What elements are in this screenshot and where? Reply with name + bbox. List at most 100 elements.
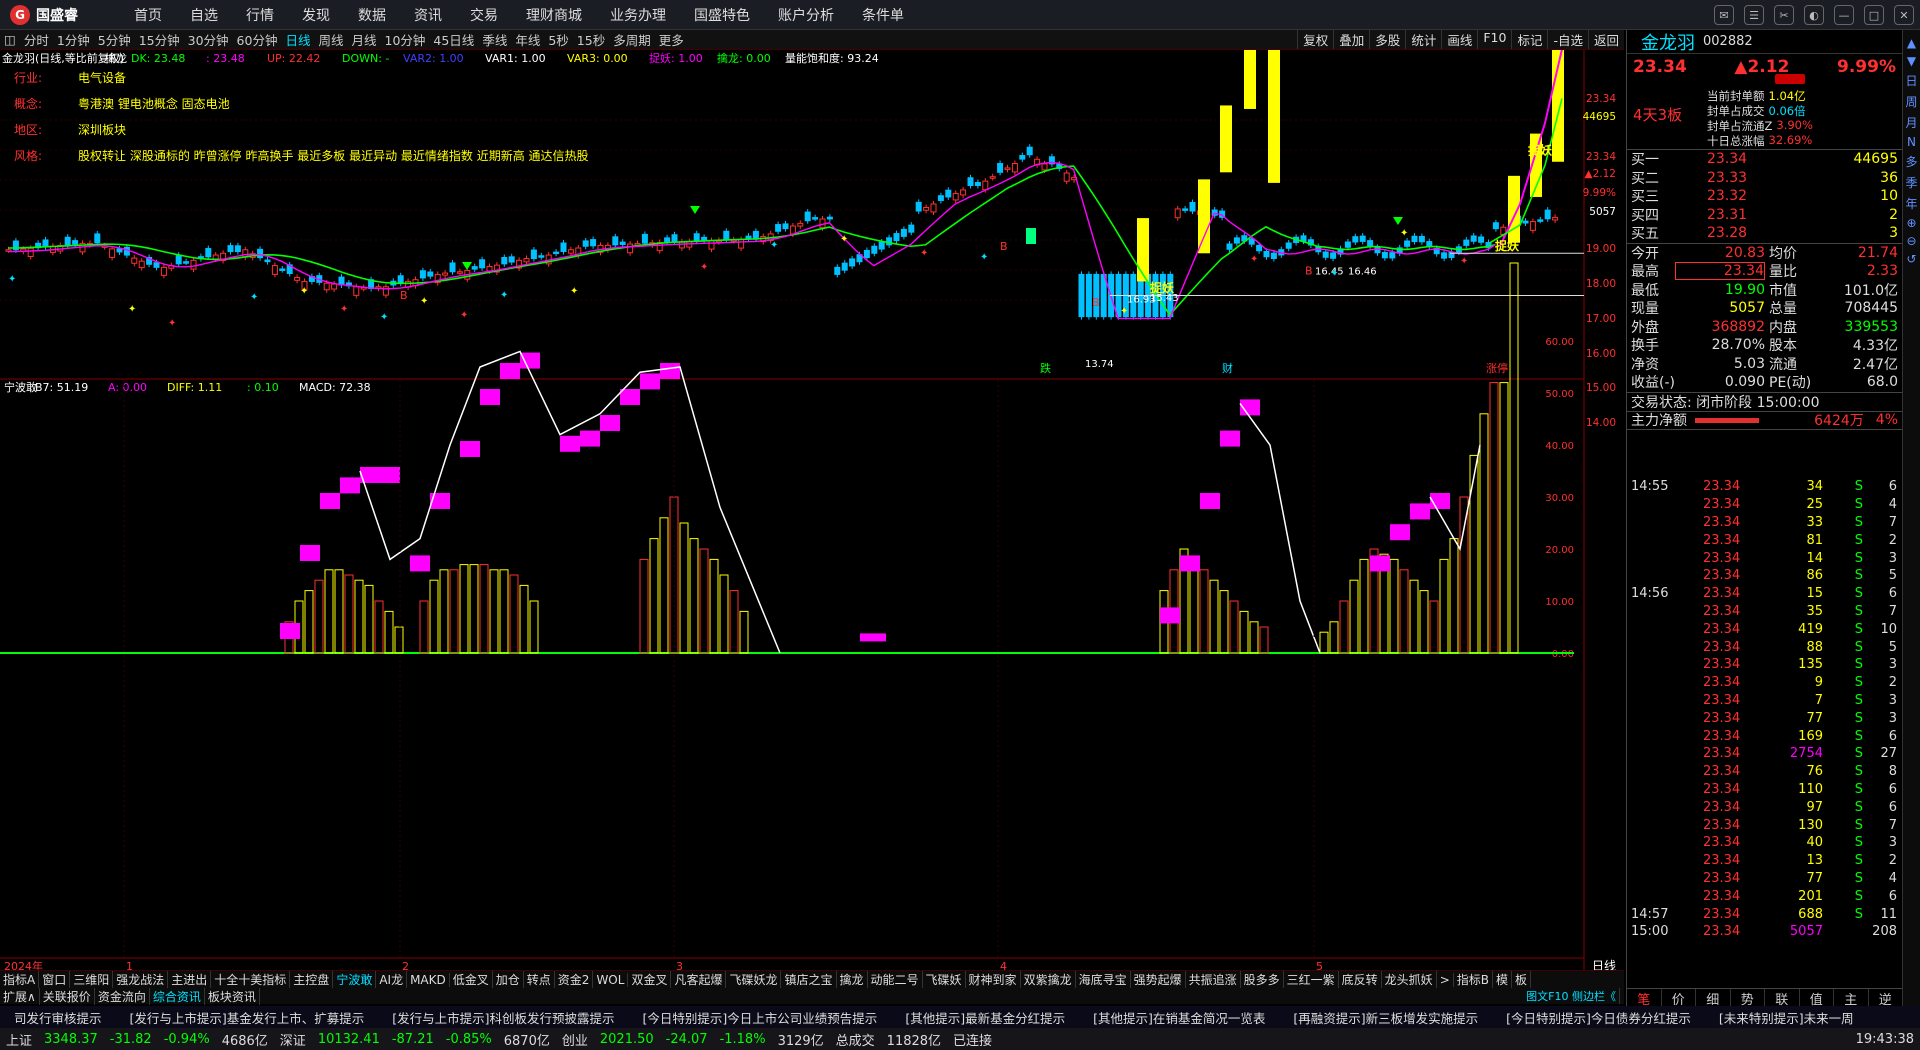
period-分时[interactable]: 分时 — [20, 30, 53, 49]
side-icon[interactable]: 年 — [1905, 195, 1917, 212]
chat-icon[interactable]: ✉ — [1714, 5, 1734, 25]
menu-item[interactable]: 理财商城 — [512, 5, 596, 25]
tool-统计[interactable]: 统计 — [1405, 30, 1441, 49]
indicator-tab[interactable]: 窗口 — [39, 971, 71, 988]
indicator-tab[interactable]: 低金叉 — [450, 971, 493, 988]
indicator-tab[interactable]: 十全十美指标 — [211, 971, 291, 988]
side-icon[interactable]: ⊕ — [1906, 216, 1916, 230]
ext-tab[interactable]: 关联报价 — [40, 987, 95, 1005]
period-更多[interactable]: 更多 — [655, 30, 688, 49]
indicator-tab[interactable]: 强势起爆 — [1131, 971, 1186, 988]
indicator-tab[interactable]: 飞碟妖龙 — [726, 971, 782, 988]
indicator-tab[interactable]: 指标A — [0, 971, 40, 988]
tool--自选[interactable]: -自选 — [1547, 30, 1588, 49]
period-60分钟[interactable]: 60分钟 — [233, 30, 282, 49]
indicator-tab[interactable]: 宁波敢 — [333, 971, 377, 988]
indicator-tab[interactable]: 凡客起爆 — [671, 971, 727, 988]
sz-name[interactable]: 深证 — [274, 1030, 312, 1049]
menu-item[interactable]: 自选 — [176, 5, 232, 25]
tool-复权[interactable]: 复权 — [1297, 30, 1333, 49]
quote-tab[interactable]: 细 — [1696, 989, 1731, 1008]
tool-画线[interactable]: 画线 — [1441, 30, 1477, 49]
ticker-item[interactable]: [发行与上市提示]科创板发行预披露提示 — [378, 1008, 628, 1027]
indicator-tab[interactable]: 加仓 — [493, 971, 524, 988]
indicator-tab[interactable]: 财神到家 — [966, 971, 1021, 988]
period-月线[interactable]: 月线 — [347, 30, 380, 49]
side-icon[interactable]: 月 — [1905, 114, 1917, 131]
menu-item[interactable]: 资讯 — [400, 5, 456, 25]
period-15秒[interactable]: 15秒 — [573, 30, 609, 49]
ticker-item[interactable]: [未来特别提示]未来一周 — [1705, 1008, 1868, 1027]
side-icon[interactable]: 多 — [1905, 153, 1917, 170]
indicator-tab[interactable]: 转点 — [524, 971, 555, 988]
indicator-tab[interactable]: 双紫擒龙 — [1021, 971, 1076, 988]
period-15分钟[interactable]: 15分钟 — [135, 30, 184, 49]
list-icon[interactable]: ☰ — [1744, 5, 1764, 25]
indicator-tab[interactable]: 底反转 — [1339, 971, 1382, 988]
ticker-item[interactable]: [再融资提示]新三板增发实施提示 — [1279, 1008, 1492, 1027]
quote-tab[interactable]: 逆 — [1869, 989, 1903, 1008]
tool-F10[interactable]: F10 — [1477, 30, 1511, 49]
tool-叠加[interactable]: 叠加 — [1333, 30, 1369, 49]
period-周线[interactable]: 周线 — [314, 30, 347, 49]
indicator-tab[interactable]: 共振追涨 — [1186, 971, 1241, 988]
indicator-tab[interactable]: WOL — [593, 972, 629, 987]
indicator-tab[interactable]: 主控盘 — [290, 971, 334, 988]
period-多周期[interactable]: 多周期 — [609, 30, 655, 49]
menu-item[interactable]: 首页 — [120, 5, 176, 25]
quote-tab[interactable]: 笔 — [1627, 989, 1662, 1008]
ticker-item[interactable]: [其他提示]在销基金简况一览表 — [1079, 1008, 1279, 1027]
skin-icon[interactable]: ◐ — [1804, 5, 1824, 25]
indicator-tab[interactable]: 股多多 — [1241, 971, 1284, 988]
indicator-tab[interactable]: 模 — [1493, 971, 1512, 988]
period-45日线[interactable]: 45日线 — [429, 30, 478, 49]
side-icon[interactable]: ▼ — [1907, 54, 1916, 68]
period-日线[interactable]: 日线 — [281, 30, 314, 49]
quote-tab[interactable]: 主 — [1834, 989, 1869, 1008]
ext-tab[interactable]: 扩展∧ — [0, 987, 40, 1005]
ext-tab[interactable]: 资金流向 — [95, 987, 150, 1005]
menu-item[interactable]: 数据 — [344, 5, 400, 25]
tool-多股[interactable]: 多股 — [1369, 30, 1405, 49]
period-10分钟[interactable]: 10分钟 — [381, 30, 430, 49]
side-icon[interactable]: 周 — [1905, 93, 1917, 110]
cy-name[interactable]: 创业 — [556, 1030, 594, 1049]
tools-icon[interactable]: ✂ — [1774, 5, 1794, 25]
indicator-tab[interactable]: MAKD — [407, 972, 450, 987]
quote-tab[interactable]: 值 — [1800, 989, 1834, 1008]
menu-item[interactable]: 业务办理 — [596, 5, 680, 25]
period-年线[interactable]: 年线 — [511, 30, 544, 49]
period-5分钟[interactable]: 5分钟 — [94, 30, 135, 49]
period-5秒[interactable]: 5秒 — [544, 30, 572, 49]
indicator-tab[interactable]: 海底寻宝 — [1076, 971, 1131, 988]
indicator-tab[interactable]: 板 — [1512, 971, 1532, 988]
ticker-item[interactable]: 司发行审核提示 — [0, 1008, 116, 1027]
ticker-item[interactable]: [其他提示]最新基金分红提示 — [891, 1008, 1079, 1027]
menu-item[interactable]: 交易 — [456, 5, 512, 25]
indicator-tab[interactable]: 双金叉 — [628, 971, 672, 988]
ticker-item[interactable]: [今日特别提示]今日债券分红提示 — [1492, 1008, 1705, 1027]
menu-item[interactable]: 国盛特色 — [680, 5, 764, 25]
minimize-icon[interactable]: — — [1834, 5, 1854, 25]
ext-tab[interactable]: 综合资讯 — [150, 987, 205, 1005]
indicator-tab[interactable]: 飞碟妖 — [923, 971, 966, 988]
period-季线[interactable]: 季线 — [478, 30, 511, 49]
tool-标记[interactable]: 标记 — [1511, 30, 1547, 49]
collapse-icon[interactable]: ◫ — [0, 32, 20, 47]
menu-item[interactable]: 账户分析 — [764, 5, 848, 25]
ticker-item[interactable]: [发行与上市提示]基金发行上市、扩募提示 — [116, 1008, 379, 1027]
tool-返回[interactable]: 返回 — [1587, 30, 1624, 49]
menu-item[interactable]: 行情 — [232, 5, 288, 25]
ext-tab[interactable]: 板块资讯 — [205, 987, 260, 1005]
indicator-tab[interactable]: 龙头抓妖 — [1382, 971, 1437, 988]
indicator-tab[interactable]: 三维阳 — [70, 971, 114, 988]
menu-item[interactable]: 发现 — [288, 5, 344, 25]
side-icon[interactable]: ▲ — [1907, 36, 1916, 50]
f10-sidebar-toggle[interactable]: 图文F10 侧边栏《 — [1523, 988, 1620, 1004]
quote-tab[interactable]: 价 — [1662, 989, 1696, 1008]
side-icon[interactable]: N — [1907, 135, 1916, 149]
indicator-tab[interactable]: 指标B — [1454, 971, 1493, 988]
maximize-icon[interactable]: □ — [1864, 5, 1884, 25]
indicator-tab[interactable]: 动能二号 — [868, 971, 923, 988]
sh-name[interactable]: 上证 — [0, 1030, 38, 1049]
